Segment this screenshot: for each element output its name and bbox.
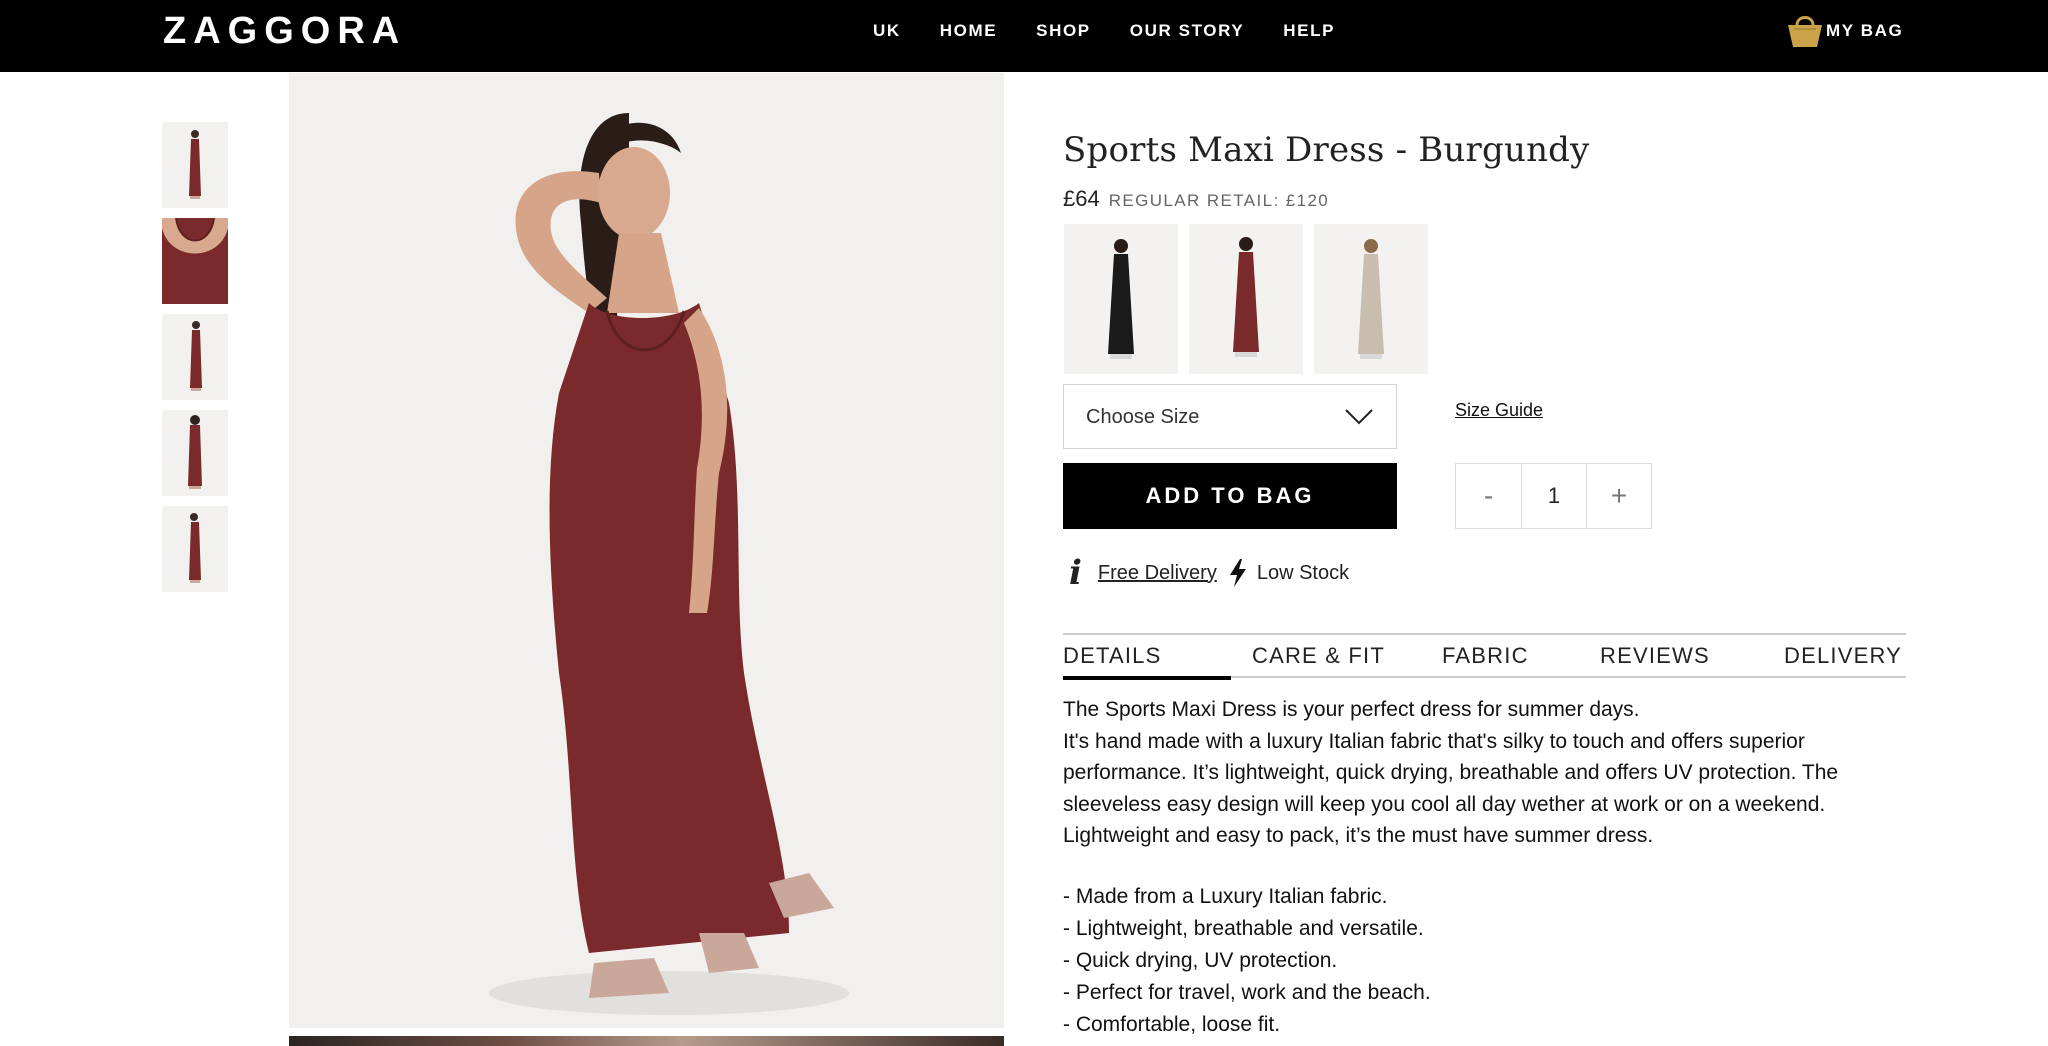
nav-item-help[interactable]: HELP [1283, 20, 1335, 42]
tab-fabric[interactable]: FABRIC [1442, 643, 1529, 669]
description-line: sleeveless easy design will keep you coo… [1063, 792, 1826, 816]
shopping-basket-icon [1788, 16, 1822, 47]
thumbnail-back[interactable] [162, 410, 228, 496]
regular-retail-price: REGULAR RETAIL: £120 [1108, 191, 1330, 210]
feature-item: - Quick drying, UV protection. [1063, 949, 1338, 972]
quantity-stepper: - 1 + [1455, 463, 1652, 529]
active-tab-indicator [1063, 676, 1231, 680]
price-row: £64 REGULAR RETAIL: £120 [1063, 186, 1329, 212]
swatch-burgundy[interactable] [1189, 224, 1303, 374]
feature-list: - Made from a Luxury Italian fabric. - L… [1063, 881, 1431, 1041]
delivery-stock-row: i Free Delivery Low Stock [1069, 556, 1349, 590]
size-select[interactable]: Choose Size [1063, 384, 1397, 449]
feature-item: - Perfect for travel, work and the beach… [1063, 981, 1431, 1004]
feature-item: - Comfortable, loose fit. [1063, 1013, 1281, 1036]
swatch-beige[interactable] [1314, 224, 1428, 374]
nav-item-uk[interactable]: UK [873, 20, 901, 42]
nav-item-our-story[interactable]: OUR STORY [1130, 20, 1245, 42]
main-nav: UK HOME SHOP OUR STORY HELP [873, 20, 1374, 42]
quantity-decrease-button[interactable]: - [1456, 464, 1521, 528]
color-swatches [1064, 224, 1439, 374]
description-line: It's hand made with a luxury Italian fab… [1063, 729, 1805, 753]
tab-details[interactable]: DETAILS [1063, 643, 1161, 669]
next-product-image-preview [289, 1036, 1004, 1046]
feature-item: - Lightweight, breathable and versatile. [1063, 917, 1424, 940]
size-guide-link[interactable]: Size Guide [1455, 400, 1543, 421]
chevron-down-icon [1345, 409, 1373, 425]
my-bag-label: MY BAG [1826, 21, 1904, 40]
tab-delivery[interactable]: DELIVERY [1784, 643, 1902, 669]
main-product-image[interactable] [289, 73, 1004, 1028]
swatch-black[interactable] [1064, 224, 1178, 374]
quantity-value[interactable]: 1 [1521, 464, 1586, 528]
info-icon: i [1069, 553, 1082, 593]
site-logo[interactable]: ZAGGORA [163, 11, 406, 51]
tab-care-fit[interactable]: CARE & FIT [1252, 643, 1385, 669]
thumbnail-side[interactable] [162, 314, 228, 400]
stock-status: Low Stock [1256, 561, 1350, 584]
description-line: The Sports Maxi Dress is your perfect dr… [1063, 698, 1640, 721]
lightning-bolt-icon [1229, 559, 1246, 587]
site-header: ZAGGORA UK HOME SHOP OUR STORY HELP MY B… [0, 0, 2048, 72]
description-line: Lightweight and easy to pack, it’s the m… [1063, 824, 1654, 847]
add-to-bag-button[interactable]: ADD TO BAG [1063, 463, 1397, 529]
nav-item-home[interactable]: HOME [940, 20, 997, 42]
sale-price: £64 [1063, 186, 1100, 211]
nav-item-shop[interactable]: SHOP [1036, 20, 1091, 42]
thumbnail-front[interactable] [162, 122, 228, 208]
free-delivery-link[interactable]: Free Delivery [1098, 562, 1217, 585]
feature-item: - Made from a Luxury Italian fabric. [1063, 885, 1388, 908]
product-info-tabs: DETAILS CARE & FIT FABRIC REVIEWS DELIVE… [1063, 633, 1906, 680]
size-select-placeholder: Choose Size [1086, 406, 1200, 428]
description-line: performance. It’s lightweight, quick dry… [1063, 761, 1839, 784]
tab-reviews[interactable]: REVIEWS [1600, 643, 1710, 669]
product-title: Sports Maxi Dress - Burgundy [1063, 130, 1590, 170]
product-description: The Sports Maxi Dress is your perfect dr… [1063, 694, 1893, 852]
quantity-increase-button[interactable]: + [1586, 464, 1651, 528]
thumbnail-profile[interactable] [162, 506, 228, 592]
thumbnail-strip [162, 122, 230, 602]
thumbnail-neckline-closeup[interactable] [162, 218, 228, 304]
my-bag-link[interactable]: MY BAG [1786, 9, 1903, 49]
